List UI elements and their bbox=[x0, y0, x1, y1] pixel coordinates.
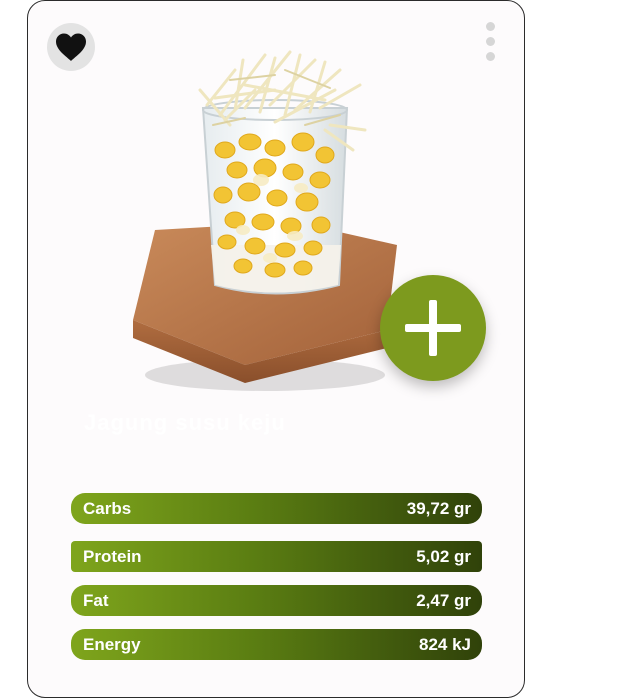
more-dot bbox=[485, 22, 495, 31]
nutrition-name: Carbs bbox=[83, 498, 132, 518]
nutrition-bar-protein: Protein 5,02 gr bbox=[71, 541, 482, 572]
nutrition-value: 824 kJ bbox=[419, 634, 471, 654]
nutrition-bar-fat: Fat 2,47 gr bbox=[71, 585, 482, 616]
more-dot bbox=[485, 52, 495, 61]
heart-icon bbox=[56, 33, 86, 61]
more-dot bbox=[485, 37, 495, 46]
nutrition-value: 39,72 gr bbox=[406, 498, 471, 518]
product-title: Jagung susu keju bbox=[84, 410, 286, 435]
nutrition-name: Fat bbox=[83, 590, 109, 610]
nutrition-value: 5,02 gr bbox=[416, 546, 471, 566]
more-options-button[interactable] bbox=[484, 22, 496, 68]
nutrition-name: Protein bbox=[83, 546, 142, 566]
plus-icon bbox=[405, 300, 461, 356]
nutrition-value: 2,47 gr bbox=[416, 590, 471, 610]
nutrition-bar-carbs: Carbs 39,72 gr bbox=[71, 493, 482, 524]
nutrition-bar-energy: Energy 824 kJ bbox=[71, 629, 482, 660]
food-image bbox=[133, 50, 397, 391]
nutrition-name: Energy bbox=[83, 634, 141, 654]
favorite-button[interactable] bbox=[47, 23, 95, 71]
add-button[interactable] bbox=[380, 275, 486, 381]
